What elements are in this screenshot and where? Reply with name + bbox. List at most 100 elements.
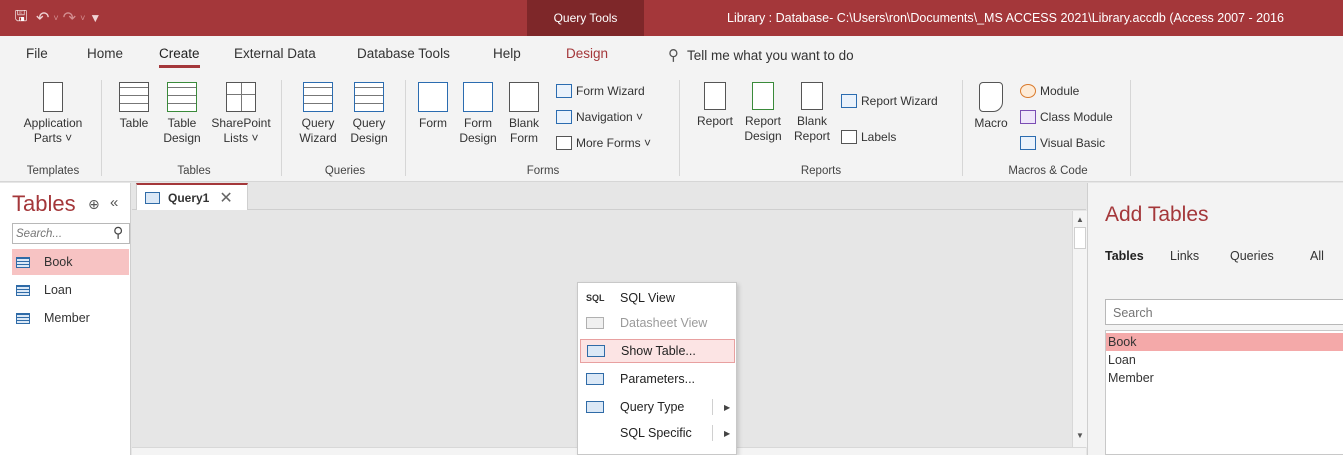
tab-external-data[interactable]: External Data (234, 46, 316, 61)
vertical-scrollbar[interactable]: ▲ ▼ (1072, 211, 1087, 447)
blank-form-button[interactable]: Blank Form (501, 82, 547, 146)
submenu-arrow-icon: ▶ (724, 402, 731, 412)
nav-search-input[interactable] (16, 226, 104, 241)
submenu-divider (712, 425, 713, 441)
list-item-book[interactable]: Book (1106, 333, 1343, 351)
sharepoint-lists-button[interactable]: SharePoint Lists ˅ (207, 82, 275, 146)
close-icon[interactable]: ✕ (219, 188, 232, 208)
table-design-label-1: Table (167, 116, 197, 130)
application-parts-button[interactable]: Application Parts ˅ (14, 82, 92, 146)
tab-create[interactable]: Create (159, 46, 200, 68)
undo-icon[interactable]: ↶ (36, 7, 49, 29)
form-wizard-button[interactable]: Form Wizard (556, 84, 645, 98)
report-button[interactable]: Report (692, 82, 738, 129)
nav-item-book[interactable]: Book (12, 249, 129, 275)
add-tables-search-box[interactable] (1105, 299, 1343, 325)
query-design-icon (354, 82, 384, 112)
report-wizard-button[interactable]: Report Wizard (841, 94, 938, 108)
form-wizard-label: Form Wizard (576, 84, 645, 98)
quick-access-toolbar: 🖫 ↶ ˅ ↷ ˅ ▼ (10, 6, 102, 30)
menu-item-label: SQL View (620, 291, 675, 305)
dropdown-arrow-icon[interactable]: ˅ (53, 7, 58, 29)
form-design-button[interactable]: Form Design (457, 82, 499, 146)
report-design-label-1: Report (744, 114, 782, 128)
menu-item-query-type[interactable]: Query Type ▶ (580, 395, 735, 419)
form-button[interactable]: Form (413, 82, 453, 131)
nav-search-box[interactable]: ⚲ (12, 223, 130, 244)
nav-item-loan[interactable]: Loan (12, 277, 129, 303)
query-wizard-button[interactable]: Query Wizard (293, 82, 343, 146)
macro-button[interactable]: Macro (970, 82, 1012, 131)
menu-item-show-table[interactable]: Show Table... (580, 339, 735, 363)
scroll-thumb[interactable] (1074, 227, 1086, 249)
tell-me-box[interactable]: ⚲ Tell me what you want to do (668, 46, 854, 64)
circle-chevron-down-icon[interactable]: ⊕ (88, 196, 100, 213)
scroll-down-icon[interactable]: ▼ (1076, 431, 1084, 440)
report-design-button[interactable]: Report Design (740, 82, 786, 144)
menu-item-parameters[interactable]: Parameters... (580, 367, 735, 391)
list-item-loan[interactable]: Loan (1106, 351, 1343, 369)
tab-home[interactable]: Home (87, 46, 123, 61)
blank-report-button[interactable]: Blank Report (789, 82, 835, 144)
nav-item-label: Loan (44, 283, 72, 297)
report-wizard-label: Report Wizard (861, 94, 938, 108)
query-icon (145, 191, 160, 204)
add-tables-search-input[interactable] (1113, 305, 1333, 320)
tab-help[interactable]: Help (493, 46, 521, 61)
navigation-button[interactable]: Navigation ˅ (556, 110, 643, 124)
nav-item-member[interactable]: Member (12, 305, 129, 331)
group-label-tables: Tables (177, 165, 211, 177)
query-tools-contextual-tab: Query Tools (527, 0, 644, 36)
add-tab-queries[interactable]: Queries (1230, 249, 1274, 263)
more-forms-button[interactable]: More Forms ˅ (556, 136, 651, 150)
module-button[interactable]: Module (1020, 84, 1079, 98)
add-tables-list: Book Loan Member (1105, 330, 1343, 455)
table-button[interactable]: Table (114, 82, 154, 131)
table-icon (16, 312, 30, 324)
application-parts-icon (43, 82, 63, 112)
blank-report-icon (801, 82, 823, 110)
query-design-button[interactable]: Query Design (344, 82, 394, 146)
tab-design[interactable]: Design (566, 46, 608, 61)
add-tab-links[interactable]: Links (1170, 249, 1199, 263)
table-icon (16, 256, 30, 268)
customize-qat-icon[interactable]: ▼ (89, 7, 101, 29)
module-label: Module (1040, 84, 1080, 98)
table-design-label-2: Design (163, 131, 201, 145)
group-separator (679, 80, 680, 176)
tab-database-tools[interactable]: Database Tools (357, 46, 450, 61)
macro-label: Macro (974, 116, 1008, 130)
menu-item-label: SQL Specific (620, 426, 692, 440)
visual-basic-button[interactable]: Visual Basic (1020, 136, 1105, 150)
double-chevron-left-icon[interactable]: « (110, 194, 118, 211)
menu-item-sql-view[interactable]: SQL SQL View (580, 286, 735, 310)
report-design-icon (752, 82, 774, 110)
menu-item-sql-specific[interactable]: SQL Specific ▶ (580, 421, 735, 445)
scroll-up-icon[interactable]: ▲ (1076, 215, 1084, 224)
add-tab-tables[interactable]: Tables (1105, 249, 1144, 263)
class-module-button[interactable]: Class Module (1020, 110, 1113, 124)
group-label-forms: Forms (526, 165, 560, 177)
add-tab-all[interactable]: All (1310, 249, 1324, 263)
app-parts-label-1: Application (23, 116, 83, 130)
report-label: Report (696, 114, 734, 128)
tab-file[interactable]: File (26, 46, 48, 61)
more-forms-icon (556, 136, 572, 150)
labels-button[interactable]: Labels (841, 130, 896, 144)
dropdown-arrow-icon[interactable]: ˅ (80, 7, 85, 29)
menu-item-label: Show Table... (621, 344, 696, 358)
nav-pane-title[interactable]: Tables (12, 191, 76, 217)
search-icon[interactable]: ⚲ (113, 224, 123, 241)
query-wizard-label-2: Wizard (299, 131, 337, 145)
list-item-member[interactable]: Member (1106, 369, 1343, 387)
blank-form-label-1: Blank (508, 116, 540, 130)
blank-report-label-2: Report (793, 129, 831, 143)
save-icon[interactable]: 🖫 (10, 7, 32, 29)
form-design-icon (463, 82, 493, 112)
form-wizard-icon (556, 84, 572, 98)
table-design-button[interactable]: Table Design (158, 82, 206, 146)
redo-icon[interactable]: ↷ (63, 7, 76, 29)
group-separator (405, 80, 406, 176)
ribbon: Application Parts ˅ Templates Table Tabl… (0, 76, 1343, 182)
tab-query1[interactable]: Query1 ✕ (136, 183, 248, 210)
